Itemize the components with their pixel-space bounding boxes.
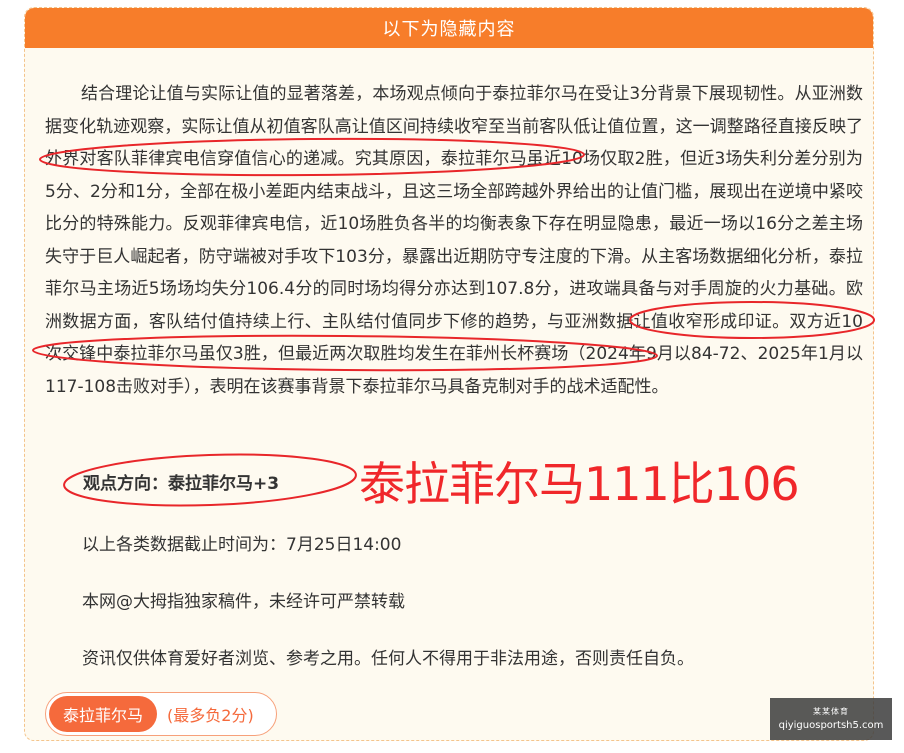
disclaimer-note: 资讯仅供体育爱好者浏览、参考之用。任何人不得用于非法用途，否则责任自负。	[82, 649, 694, 669]
copyright-note: 本网@大拇指独家稿件，未经许可严禁转载	[82, 592, 405, 612]
team-tag-name[interactable]: 泰拉菲尔马	[49, 696, 158, 732]
site-watermark: 某某体育 qiyiguosportsh5.com	[770, 698, 892, 740]
team-tag[interactable]: 泰拉菲尔马 (最多负2分)	[45, 692, 277, 736]
watermark-line-2: qiyiguosportsh5.com	[778, 720, 884, 731]
handwritten-score-annotation: 泰拉菲尔马111比106	[359, 457, 800, 511]
data-cutoff-note: 以上各类数据截止时间为：7月25日14:00	[82, 535, 402, 555]
hidden-content-panel: 以下为隐藏内容 结合理论让值与实际让值的显著落差，本场观点倾向于泰拉菲尔马在受让…	[24, 7, 874, 741]
panel-header: 以下为隐藏内容	[25, 8, 873, 48]
viewpoint-direction: 观点方向：泰拉菲尔马+3	[83, 474, 280, 494]
analysis-paragraph: 结合理论让值与实际让值的显著落差，本场观点倾向于泰拉菲尔马在受让3分背景下展现韧…	[45, 84, 863, 397]
watermark-line-1: 某某体育	[813, 707, 849, 716]
team-tag-hint: (最多负2分)	[167, 706, 254, 725]
